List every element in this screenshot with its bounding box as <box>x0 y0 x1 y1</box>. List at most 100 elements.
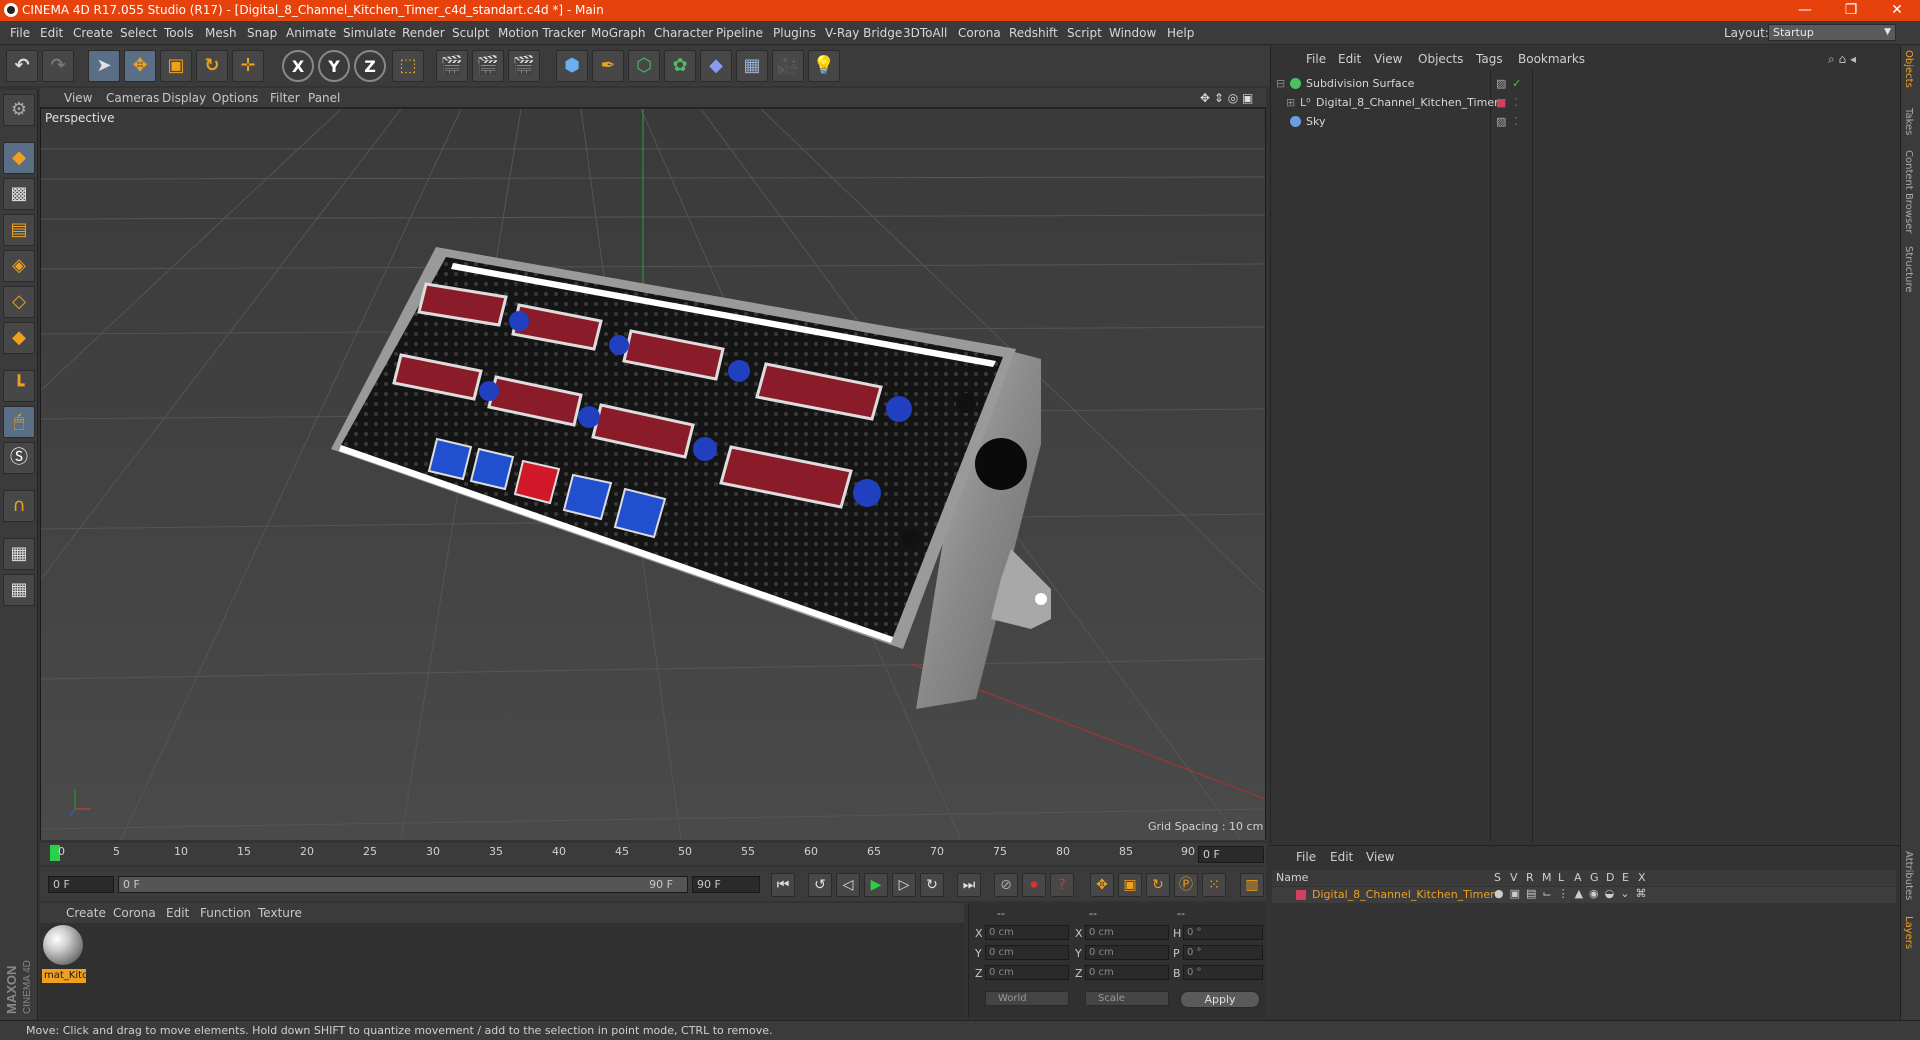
tab-structure[interactable]: Structure <box>1903 246 1914 293</box>
current-frame-field[interactable]: 0 F <box>1198 846 1264 863</box>
transform-tool-button[interactable]: ✛ <box>232 50 264 82</box>
play-button[interactable]: ▶ <box>864 873 888 897</box>
vp-menu-filter[interactable]: Filter <box>270 91 300 105</box>
menu-corona[interactable]: Corona <box>958 26 1001 40</box>
start-frame-field[interactable]: 0 F <box>48 876 114 893</box>
search-icon[interactable]: ⌕ ⌂ ◂ <box>1828 52 1856 67</box>
pos-z-field[interactable]: 0 cm <box>985 965 1069 980</box>
coordinate-system-button[interactable]: ⬚ <box>392 50 424 82</box>
menu-help[interactable]: Help <box>1167 26 1194 40</box>
polygons-mode-button[interactable]: ◆ <box>3 322 35 354</box>
obj-menu-edit[interactable]: Edit <box>1338 52 1361 66</box>
tweak-mode-button[interactable]: 🖱 <box>3 406 35 438</box>
menu-select[interactable]: Select <box>120 26 157 40</box>
menu-motion-tracker[interactable]: Motion Tracker <box>498 26 586 40</box>
menu-render[interactable]: Render <box>402 26 445 40</box>
previous-key-button[interactable]: ↺ <box>808 873 832 897</box>
make-editable-button[interactable]: ⚙ <box>3 94 35 126</box>
menu-tools[interactable]: Tools <box>164 26 194 40</box>
material-name[interactable]: mat_Kitc <box>42 969 86 983</box>
workplane-lock-button[interactable]: ▦ <box>3 538 35 570</box>
layer-row[interactable]: Digital_8_Channel_Kitchen_Timer ●▣▤⌙⋮▲◉◒… <box>1272 887 1896 903</box>
mat-menu-corona[interactable]: Corona <box>113 906 156 920</box>
object-row-sky[interactable]: Sky ▨ ⁚ <box>1272 112 1896 131</box>
size-y-field[interactable]: 0 cm <box>1085 945 1169 960</box>
deformer-button[interactable]: ◆ <box>700 50 732 82</box>
mat-menu-edit[interactable]: Edit <box>166 906 189 920</box>
obj-menu-tags[interactable]: Tags <box>1476 52 1503 66</box>
layer-color-swatch[interactable]: ▨ <box>1496 77 1506 90</box>
render-view-button[interactable]: 🎬 <box>436 50 468 82</box>
previous-frame-button[interactable]: ◁ <box>836 873 860 897</box>
tab-content-browser[interactable]: Content Browser <box>1903 150 1914 233</box>
scale-tool-button[interactable]: ▣ <box>160 50 192 82</box>
next-frame-button[interactable]: ▷ <box>892 873 916 897</box>
magnet-button[interactable]: ∩ <box>3 490 35 522</box>
end-frame-field[interactable]: 90 F <box>692 876 760 893</box>
camera-button[interactable]: 🎥 <box>772 50 804 82</box>
x-axis-lock-button[interactable]: X <box>282 50 314 82</box>
menu-3dtoall[interactable]: 3DToAll <box>903 26 947 40</box>
record-keys-button[interactable]: ⊘ <box>994 873 1018 897</box>
expand-icon[interactable]: ⊞ <box>1286 96 1295 109</box>
timeline-window-button[interactable]: ▥ <box>1240 873 1264 897</box>
rot-h-field[interactable]: 0 ° <box>1183 925 1263 940</box>
menu-script[interactable]: Script <box>1067 26 1102 40</box>
object-row-subdivision[interactable]: ⊟ Subdivision Surface ▨ ✓ <box>1272 74 1896 93</box>
maximize-button[interactable]: ❐ <box>1828 0 1874 21</box>
menu-character[interactable]: Character <box>654 26 713 40</box>
size-z-field[interactable]: 0 cm <box>1085 965 1169 980</box>
menu-edit[interactable]: Edit <box>40 26 63 40</box>
mograph-cloner-button[interactable]: ✿ <box>664 50 696 82</box>
undo-button[interactable]: ↶ <box>6 50 38 82</box>
layer-toggle-icons[interactable]: ●▣▤⌙⋮▲◉◒⌄⌘ <box>1494 887 1652 900</box>
tab-attributes[interactable]: Attributes <box>1903 851 1914 900</box>
pos-y-field[interactable]: 0 cm <box>985 945 1069 960</box>
texture-mode-button[interactable]: ▩ <box>3 178 35 210</box>
layer-menu-edit[interactable]: Edit <box>1330 850 1353 864</box>
mat-menu-function[interactable]: Function <box>200 906 251 920</box>
subdivision-button[interactable]: ⬡ <box>628 50 660 82</box>
tab-takes[interactable]: Takes <box>1903 108 1914 135</box>
size-x-field[interactable]: 0 cm <box>1085 925 1169 940</box>
next-key-button[interactable]: ↻ <box>920 873 944 897</box>
redo-button[interactable]: ↷ <box>42 50 74 82</box>
floor-button[interactable]: ▦ <box>736 50 768 82</box>
minimize-button[interactable]: — <box>1782 0 1828 21</box>
vp-menu-cameras[interactable]: Cameras <box>106 91 159 105</box>
layer-color-swatch[interactable]: ■ <box>1496 96 1506 109</box>
key-parameter-button[interactable]: Ⓟ <box>1174 873 1198 897</box>
menu-mograph[interactable]: MoGraph <box>591 26 646 40</box>
menu-vray-bridge[interactable]: V-Ray Bridge <box>825 26 902 40</box>
render-picture-viewer-button[interactable]: 🎬 <box>472 50 504 82</box>
menu-plugins[interactable]: Plugins <box>773 26 816 40</box>
move-tool-button[interactable]: ✥ <box>124 50 156 82</box>
frame-range-slider[interactable]: 0 F 90 F <box>118 876 688 893</box>
obj-menu-objects[interactable]: Objects <box>1418 52 1463 66</box>
rot-p-field[interactable]: 0 ° <box>1183 945 1263 960</box>
go-to-start-button[interactable]: ⏮ <box>771 873 795 897</box>
y-axis-lock-button[interactable]: Y <box>318 50 350 82</box>
mat-menu-texture[interactable]: Texture <box>258 906 302 920</box>
menu-animate[interactable]: Animate <box>286 26 336 40</box>
layer-color-swatch[interactable]: ▨ <box>1496 115 1506 128</box>
menu-mesh[interactable]: Mesh <box>205 26 237 40</box>
auto-key-button[interactable]: ⏺ <box>1022 873 1046 897</box>
workplane-mode-button[interactable]: ▤ <box>3 214 35 246</box>
model-mode-button[interactable]: ◆ <box>3 142 35 174</box>
pen-spline-button[interactable]: ✒ <box>592 50 624 82</box>
cube-primitive-button[interactable]: ⬢ <box>556 50 588 82</box>
pos-x-field[interactable]: 0 cm <box>985 925 1069 940</box>
menu-create[interactable]: Create <box>73 26 113 40</box>
render-settings-button[interactable]: 🎬 <box>508 50 540 82</box>
material-preview[interactable] <box>43 925 83 965</box>
visibility-dots-icon[interactable]: ⁚ <box>1514 96 1518 109</box>
keyframe-selection-button[interactable]: ? <box>1050 873 1074 897</box>
layer-color-swatch[interactable] <box>1296 890 1306 900</box>
key-pla-button[interactable]: ⁙ <box>1202 873 1226 897</box>
apply-button[interactable]: Apply <box>1180 991 1260 1008</box>
close-button[interactable]: ✕ <box>1874 0 1920 21</box>
coordinate-mode-dropdown[interactable]: World <box>985 991 1069 1006</box>
menu-pipeline[interactable]: Pipeline <box>716 26 763 40</box>
points-mode-button[interactable]: ◈ <box>3 250 35 282</box>
